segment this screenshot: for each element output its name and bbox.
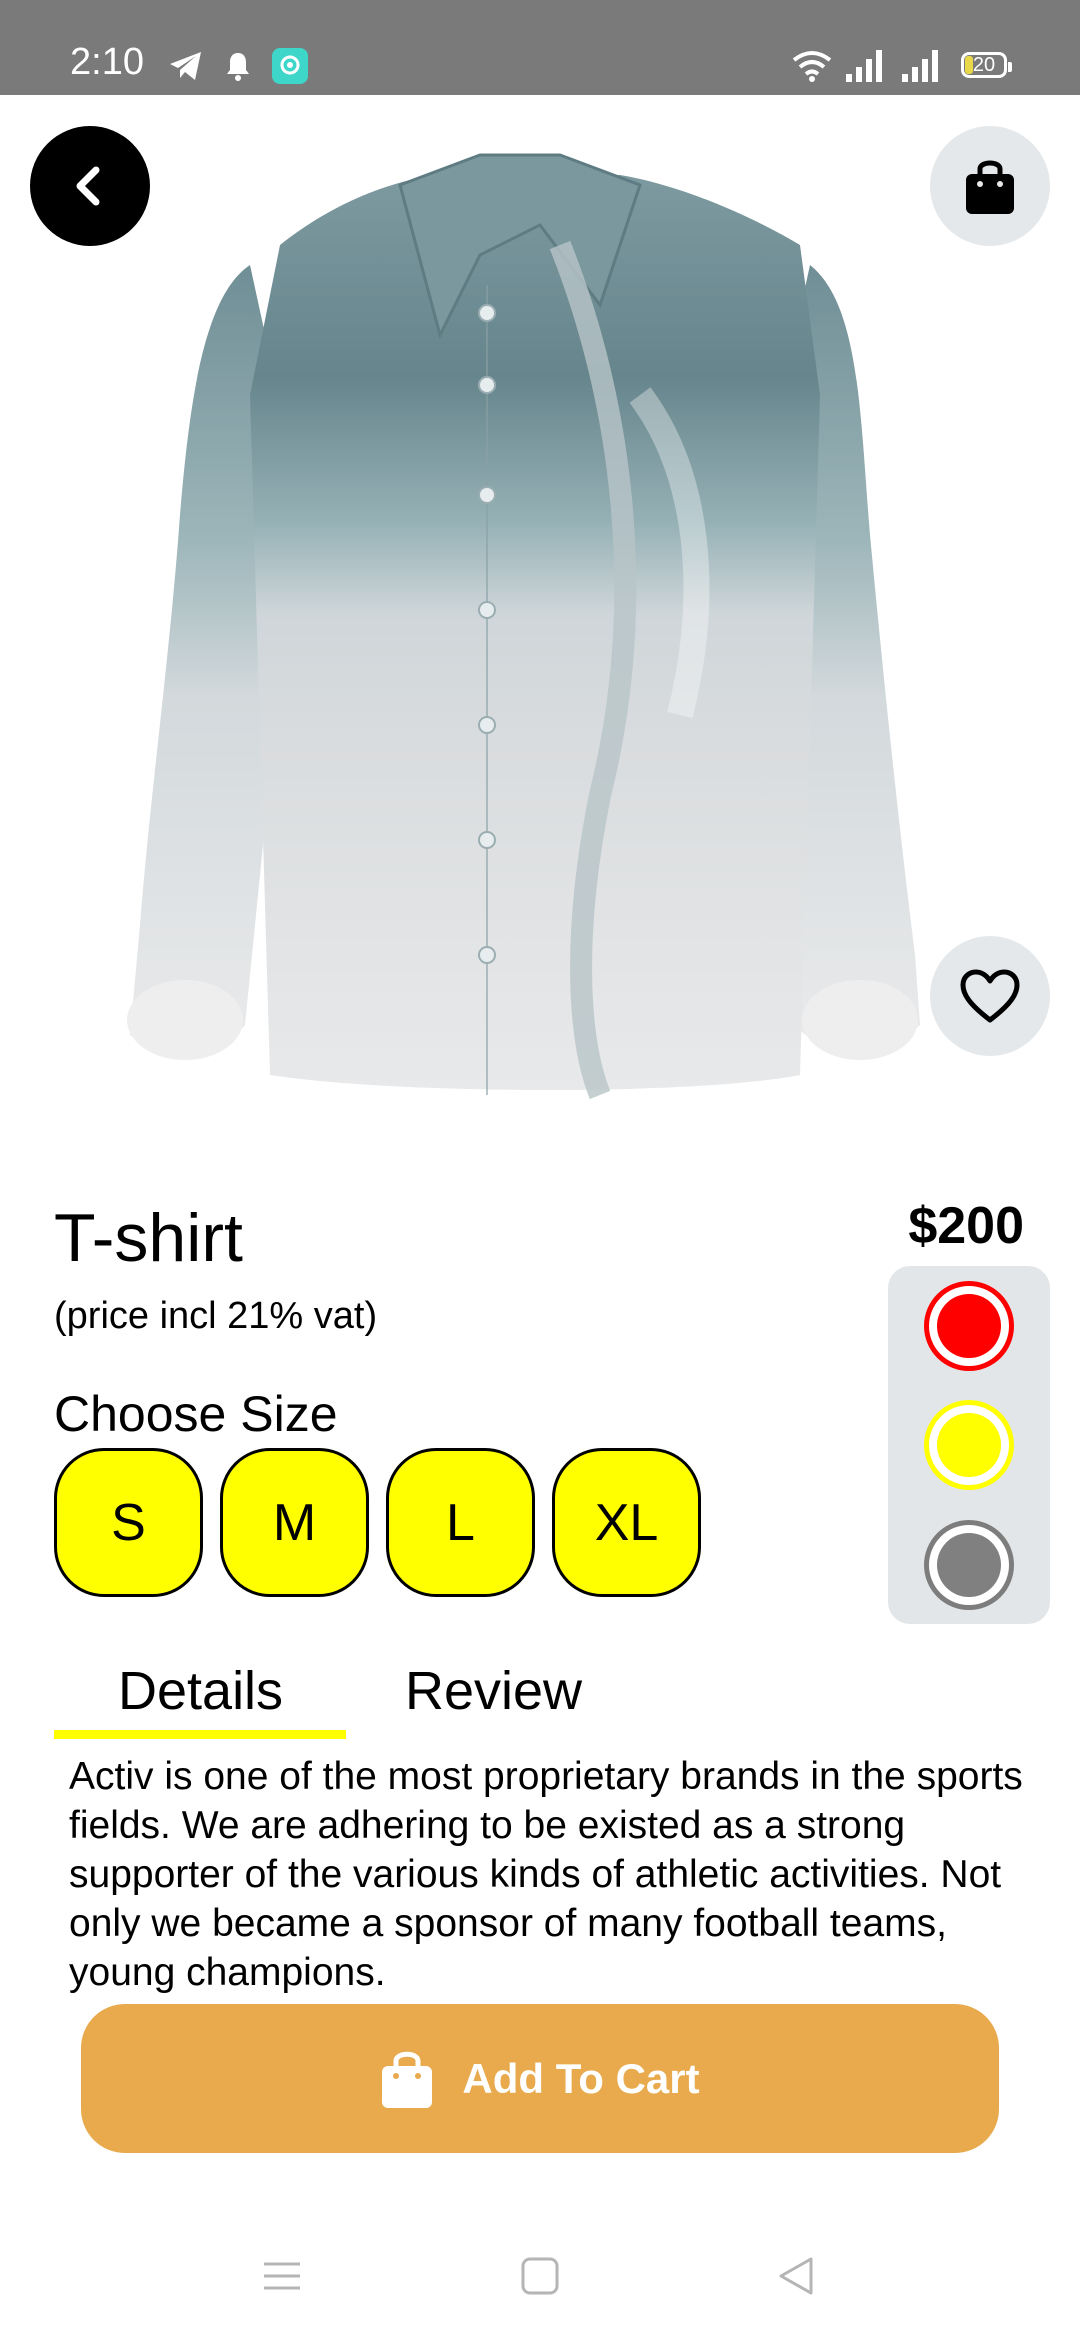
choose-size-label: Choose Size: [54, 1386, 338, 1442]
product-description: Activ is one of the most proprietary bra…: [69, 1755, 1023, 1994]
tab-review[interactable]: Review: [405, 1664, 582, 1718]
product-title: T-shirt: [54, 1200, 243, 1276]
active-tab-indicator: [54, 1730, 346, 1739]
add-to-cart-button[interactable]: Add To Cart: [81, 2004, 999, 2153]
battery-level: 20: [972, 54, 996, 76]
status-bar: 2:10 20: [0, 0, 1080, 95]
back-triangle-icon[interactable]: [776, 2256, 816, 2296]
chevron-left-icon: [76, 166, 100, 206]
telegram-icon: [170, 52, 201, 80]
product-price: $200: [908, 1197, 1024, 1255]
add-to-cart-label: Add To Cart: [462, 2054, 700, 2102]
wifi-icon: [792, 51, 832, 82]
shopping-bag-icon: [966, 160, 1014, 214]
color-option-gray[interactable]: [924, 1520, 1014, 1610]
size-s-button[interactable]: S: [54, 1448, 203, 1597]
home-square-icon[interactable]: [520, 2256, 560, 2296]
app-notification-icon: [272, 48, 308, 84]
product-image: [127, 153, 920, 1100]
menu-icon[interactable]: [262, 2256, 302, 2296]
size-xl-button[interactable]: XL: [552, 1448, 701, 1597]
size-options: S M L XL: [54, 1448, 701, 1597]
size-l-button[interactable]: L: [386, 1448, 535, 1597]
heart-icon: [960, 969, 1020, 1023]
favorite-button[interactable]: [930, 936, 1050, 1056]
bell-icon: [227, 53, 249, 81]
color-selector: [888, 1266, 1050, 1624]
color-option-red[interactable]: [924, 1281, 1014, 1371]
size-m-button[interactable]: M: [220, 1448, 369, 1597]
battery-icon: 20: [961, 52, 1012, 78]
vat-note: (price incl 21% vat): [54, 1295, 378, 1337]
signal-icon: [846, 50, 882, 82]
status-time: 2:10: [70, 41, 144, 83]
product-detail-screen: 2:10 20 T-shirt (price incl 21% vat) $20…: [0, 0, 1080, 2340]
shopping-bag-icon: [382, 2051, 433, 2108]
back-button[interactable]: [30, 126, 150, 246]
signal-icon: [902, 50, 938, 82]
color-option-yellow[interactable]: [924, 1400, 1014, 1490]
tab-details[interactable]: Details: [118, 1664, 283, 1718]
system-nav-bar: [0, 2220, 1080, 2340]
bag-button[interactable]: [930, 126, 1050, 246]
